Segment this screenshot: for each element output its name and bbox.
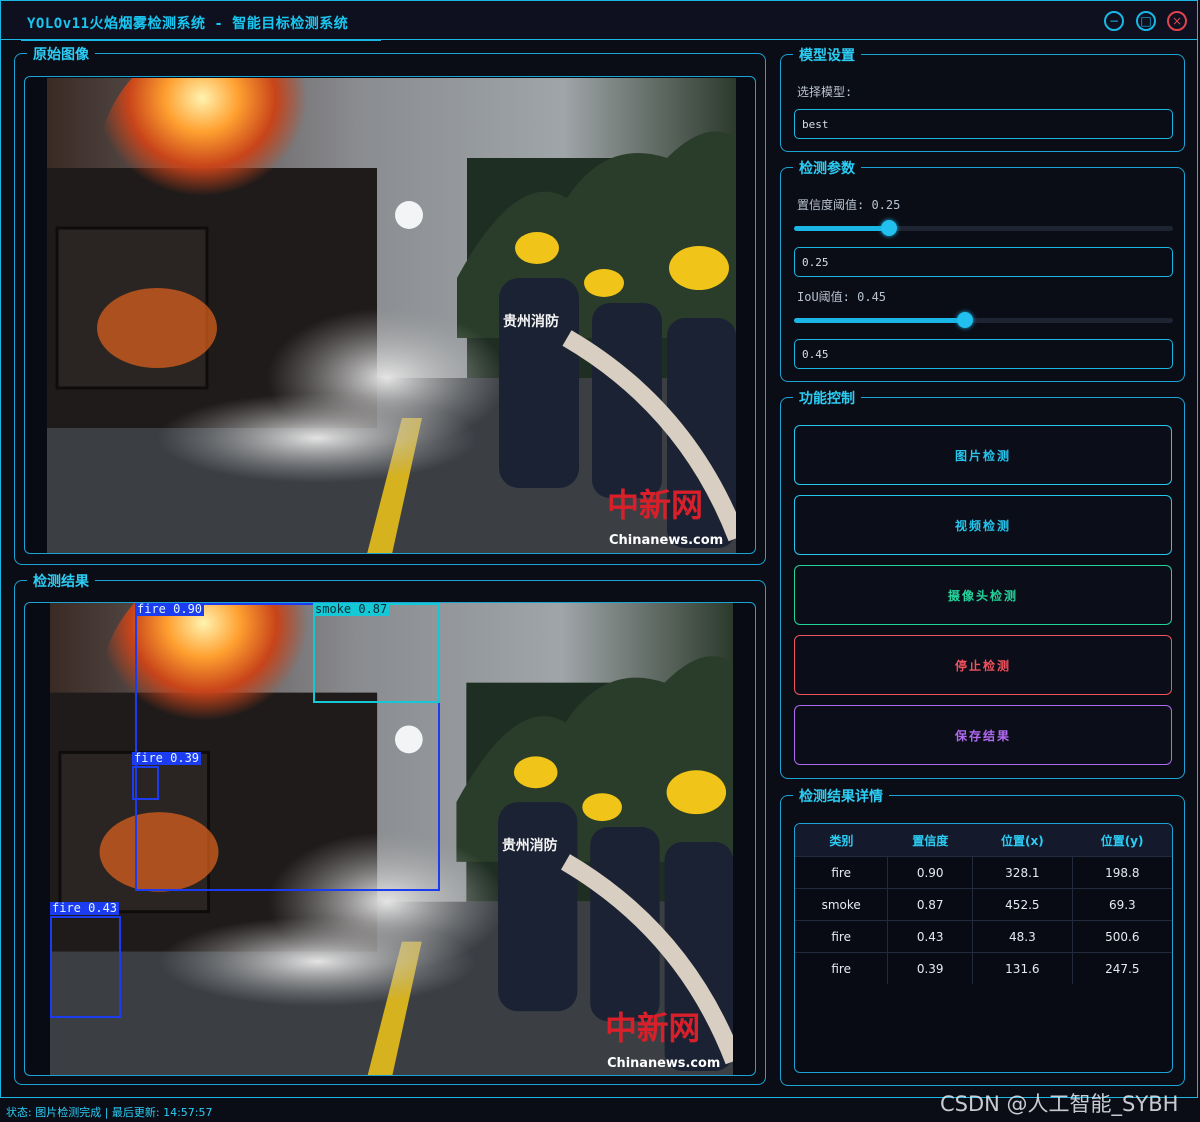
photo-watermark-url: Chinanews.com: [609, 533, 723, 548]
cell-x: 48.3: [972, 920, 1073, 953]
maximize-icon: □: [1140, 14, 1152, 28]
cell-x: 131.6: [972, 952, 1073, 984]
col-header-confidence[interactable]: 置信度: [887, 824, 973, 857]
cell-x: 328.1: [972, 856, 1073, 889]
confidence-slider-handle[interactable]: [880, 220, 897, 236]
table-row[interactable]: smoke 0.87 452.5 69.3: [795, 888, 1172, 921]
window-title: YOLOv11火焰烟雾检测系统 - 智能目标检测系统: [27, 16, 349, 32]
image-detect-button[interactable]: 图片检测: [794, 425, 1172, 485]
cell-confidence: 0.39: [887, 952, 974, 984]
model-select[interactable]: best: [794, 109, 1173, 139]
save-result-button[interactable]: 保存结果: [794, 705, 1172, 765]
confidence-input[interactable]: 0.25: [794, 247, 1173, 277]
title-bar: YOLOv11火焰烟雾检测系统 - 智能目标检测系统 − □ ×: [0, 0, 1198, 41]
original-image-view: 贵州消防 中新网 Chinanews.com: [24, 76, 756, 554]
cell-x: 452.5: [972, 888, 1073, 921]
minimize-icon: −: [1108, 14, 1120, 28]
close-button[interactable]: ×: [1167, 11, 1187, 31]
detection-box-fire: [50, 916, 121, 1018]
col-header-x[interactable]: 位置(x): [972, 824, 1073, 857]
cell-y: 69.3: [1072, 888, 1172, 921]
cell-class: fire: [795, 952, 889, 984]
photo-watermark-brand: 中新网: [607, 486, 703, 524]
detection-label: fire 0.90: [135, 602, 205, 616]
detection-table: 类别 置信度 位置(x) 位置(y) fire 0.90 328.1 198.8…: [794, 823, 1173, 1073]
detection-result-title: 检测结果: [27, 571, 95, 591]
detection-label: fire 0.39: [132, 751, 202, 765]
col-header-y[interactable]: 位置(y): [1072, 824, 1172, 857]
cell-y: 198.8: [1072, 856, 1172, 889]
detection-details-title: 检测结果详情: [793, 786, 889, 806]
status-text: 状态: 图片检测完成 | 最后更新: 14:57:57: [6, 1106, 213, 1119]
cell-class: smoke: [795, 888, 889, 921]
cell-y: 500.6: [1072, 920, 1172, 953]
col-header-class[interactable]: 类别: [795, 824, 888, 857]
confidence-slider[interactable]: [794, 220, 1173, 236]
detection-result-view: 贵州消防 中新网 Chinanews.com fire 0.90 smoke 0…: [24, 602, 756, 1076]
cell-confidence: 0.43: [887, 920, 974, 953]
camera-detect-button[interactable]: 摄像头检测: [794, 565, 1172, 625]
table-row[interactable]: fire 0.90 328.1 198.8: [795, 856, 1172, 889]
photo-jacket-text: 贵州消防: [503, 313, 559, 330]
model-select-label: 选择模型:: [797, 85, 853, 99]
original-photo: 贵州消防 中新网 Chinanews.com: [47, 78, 736, 553]
cell-class: fire: [795, 856, 889, 889]
cell-confidence: 0.90: [887, 856, 974, 889]
cell-y: 247.5: [1072, 952, 1172, 984]
iou-input[interactable]: 0.45: [794, 339, 1173, 369]
stop-detect-button[interactable]: 停止检测: [794, 635, 1172, 695]
confidence-slider-fill: [794, 226, 889, 231]
iou-slider-fill: [794, 318, 965, 323]
original-image-title: 原始图像: [27, 44, 95, 64]
iou-slider[interactable]: [794, 312, 1173, 328]
result-photo-watermark-brand: 中新网: [605, 1010, 700, 1047]
confidence-label: 置信度阈值: 0.25: [797, 198, 901, 212]
maximize-button[interactable]: □: [1136, 11, 1156, 31]
result-photo-jacket-text: 贵州消防: [502, 837, 558, 854]
video-detect-button[interactable]: 视频检测: [794, 495, 1172, 555]
minimize-button[interactable]: −: [1104, 11, 1124, 31]
model-settings-title: 模型设置: [793, 45, 861, 65]
function-control-title: 功能控制: [793, 388, 861, 408]
iou-slider-handle[interactable]: [956, 312, 973, 328]
cell-confidence: 0.87: [887, 888, 974, 921]
table-row[interactable]: fire 0.39 131.6 247.5: [795, 952, 1172, 984]
detection-params-title: 检测参数: [793, 158, 861, 178]
detection-box-smoke: [313, 603, 440, 703]
result-photo-watermark-url: Chinanews.com: [607, 1056, 720, 1071]
table-header-row: 类别 置信度 位置(x) 位置(y): [795, 824, 1172, 857]
detection-box-fire: [132, 766, 159, 800]
cell-class: fire: [795, 920, 889, 953]
iou-label: IoU阈值: 0.45: [797, 290, 887, 304]
detection-label: fire 0.43: [50, 901, 120, 915]
csdn-watermark: CSDN @人工智能_SYBH: [940, 1092, 1179, 1116]
close-icon: ×: [1171, 14, 1183, 28]
detection-label: smoke 0.87: [313, 602, 390, 616]
table-row[interactable]: fire 0.43 48.3 500.6: [795, 920, 1172, 953]
